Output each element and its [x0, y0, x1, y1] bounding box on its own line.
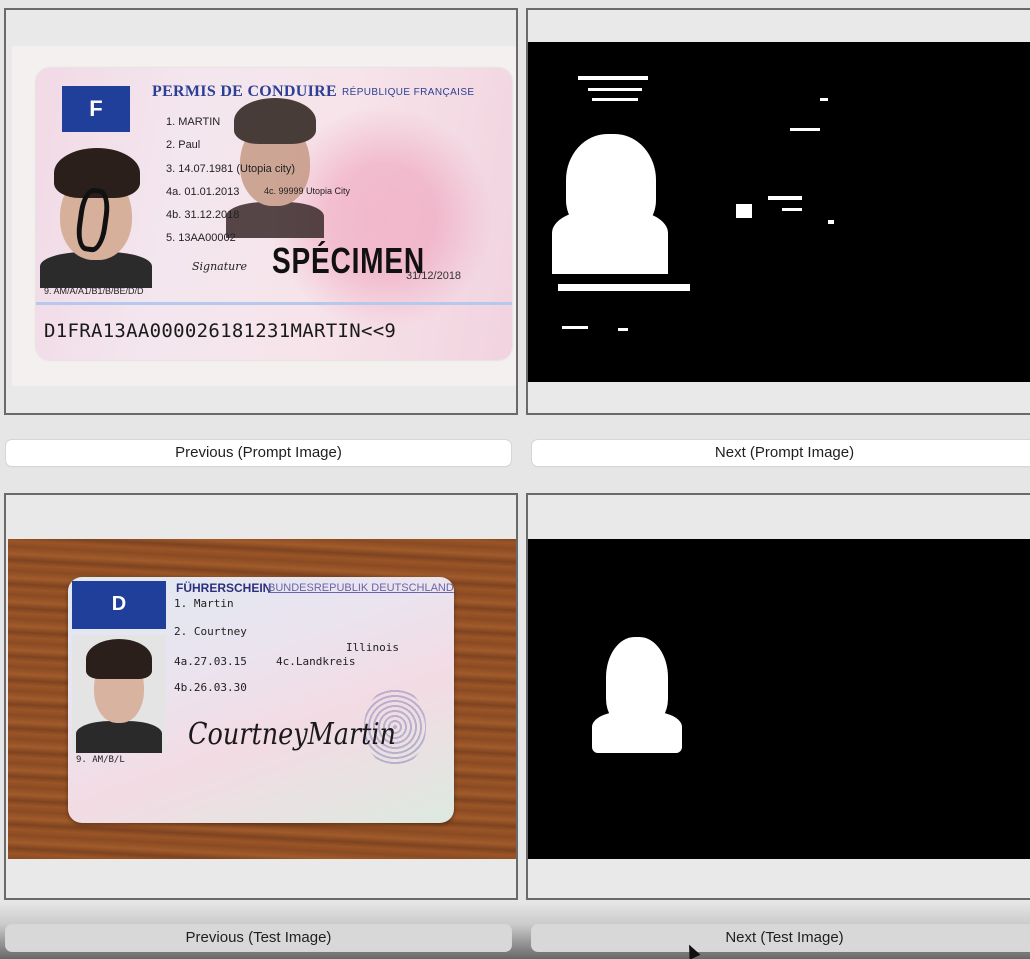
specimen-stamp: SPÉCIMEN [272, 240, 425, 281]
field-line: 1. Martin [174, 597, 234, 610]
holder-photo [36, 148, 156, 288]
field-line: Illinois [346, 641, 399, 654]
country-letter: F [89, 96, 103, 121]
holder-photo [72, 635, 166, 753]
test-image-panel: D FÜHRERSCHEIN BUNDESREPUBLIK DEUTSCHLAN… [4, 493, 518, 900]
field-line: 2. Courtney [174, 625, 247, 638]
signature: CourtneyMartin [188, 717, 396, 752]
mask-shoulders-blob [552, 210, 668, 274]
previous-test-image-button[interactable]: Previous (Test Image) [6, 925, 511, 951]
card-subtitle: BUNDESREPUBLIK DEUTSCHLAND [268, 582, 454, 594]
field-line: 3. 14.07.1981 (Utopia city) [166, 163, 296, 175]
prompt-mask-panel [526, 8, 1030, 415]
test-mask-panel [526, 493, 1030, 900]
field-line: 2. Paul [166, 139, 201, 151]
signature-label: Signature [192, 260, 248, 273]
next-test-image-button[interactable]: Next (Test Image) [532, 925, 1030, 951]
eu-flag-icon: D [72, 581, 166, 629]
field-line: 9. AM/B/L [76, 755, 125, 765]
card-subtitle: RÉPUBLIQUE FRANÇAISE [342, 87, 475, 98]
next-prompt-image-button[interactable]: Next (Prompt Image) [532, 440, 1030, 466]
mask-shoulders-blob [592, 711, 682, 753]
field-line: 4b.26.03.30 [174, 681, 247, 694]
field-line: 5. 13AA00002 [166, 232, 236, 244]
mrz-line: D1FRA13AA000026181231MARTIN<<9 [44, 320, 397, 342]
eu-flag-icon: F [62, 86, 130, 132]
prompt-image-panel: F PERMIS DE CONDUIRE RÉPUBLIQUE FRANÇAIS… [4, 8, 518, 415]
categories-line: 9. AM/A/A1/B1/B/BE/D/D [44, 286, 144, 296]
french-license-card: F PERMIS DE CONDUIRE RÉPUBLIQUE FRANÇAIS… [36, 68, 512, 360]
field-line: 4c. 99999 Utopia City [264, 186, 351, 196]
field-line: 1. MARTIN [166, 116, 221, 128]
card-title: FÜHRERSCHEIN [176, 581, 272, 595]
specimen-date: 31/12/2018 [406, 270, 462, 282]
field-line: 4c.Landkreis [276, 655, 356, 668]
country-letter: D [111, 593, 127, 615]
field-line: 4b. 31.12.2018 [166, 209, 240, 221]
prompt-image: F PERMIS DE CONDUIRE RÉPUBLIQUE FRANÇAIS… [12, 46, 516, 386]
field-line: 4a.27.03.15 [174, 655, 247, 668]
test-mask-image [528, 539, 1030, 859]
previous-prompt-image-button[interactable]: Previous (Prompt Image) [6, 440, 511, 466]
prompt-mask-image [528, 42, 1030, 382]
security-band [36, 302, 512, 305]
test-image: D FÜHRERSCHEIN BUNDESREPUBLIK DEUTSCHLAN… [8, 539, 516, 859]
field-line: 4a. 01.01.2013 [166, 186, 240, 198]
german-license-card: D FÜHRERSCHEIN BUNDESREPUBLIK DEUTSCHLAN… [68, 577, 454, 823]
